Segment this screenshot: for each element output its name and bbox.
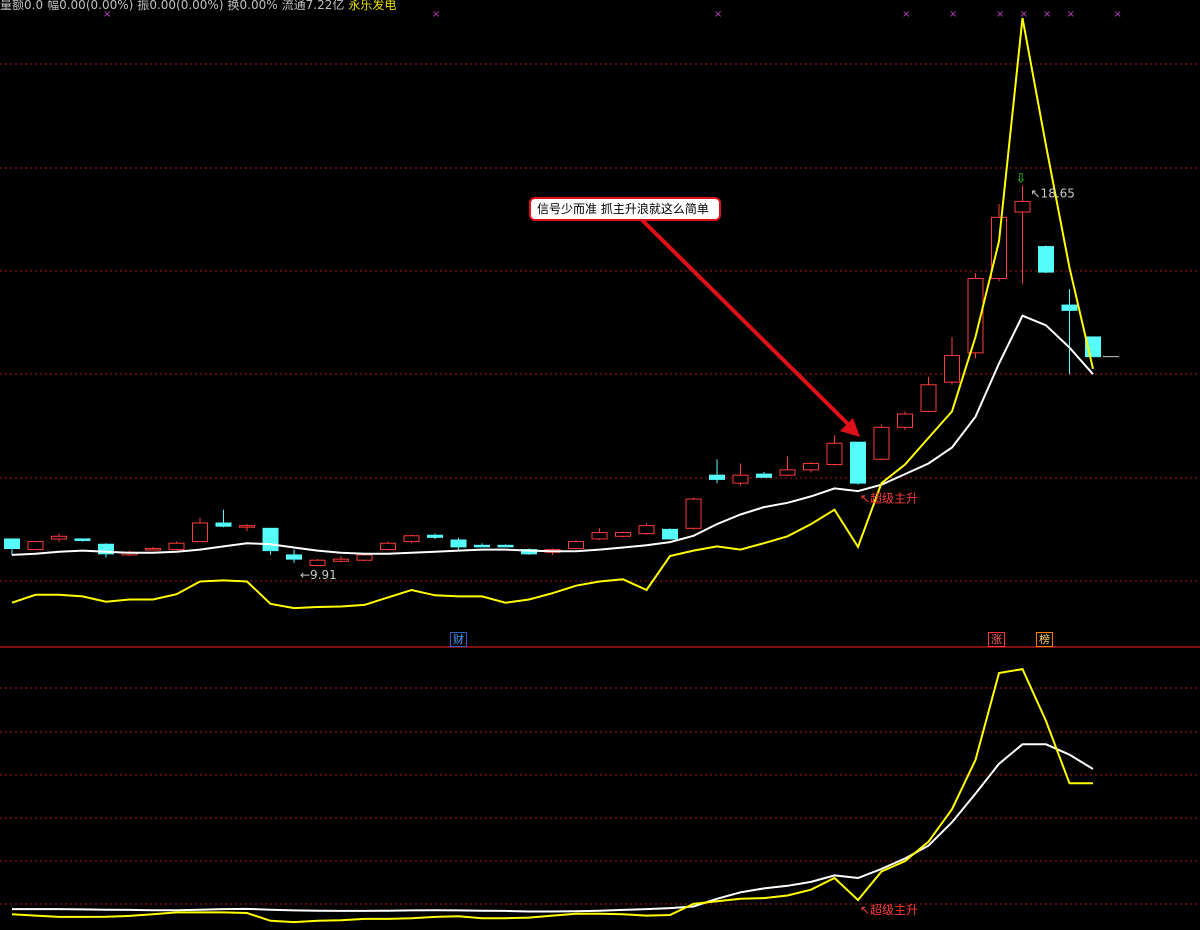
kline-chart: × × × × × × × × × × ←9.91↖18.65⇩↖超级主升↖超级主升 (0, 9, 1200, 924)
candle (873, 424, 890, 461)
candle (51, 533, 67, 542)
marker: × (1067, 9, 1075, 20)
candle (309, 559, 326, 567)
candle (474, 543, 490, 548)
header-field: 幅0.00(0.00%) (47, 0, 134, 12)
candle (98, 543, 114, 558)
candle (192, 517, 208, 543)
marker: × (714, 9, 722, 20)
candle (239, 524, 255, 531)
candle (168, 541, 185, 551)
candle (380, 541, 396, 551)
candle (615, 531, 631, 538)
callout-text: 信号少而准 抓主升浪就这么简单 (537, 202, 709, 216)
signal-label: ↖超级主升 (860, 491, 918, 506)
candle (685, 497, 702, 530)
header-field: 流通7.22亿 (281, 0, 345, 12)
candle (1038, 245, 1054, 274)
candle (1061, 289, 1078, 375)
main-yellow-line (11, 17, 1094, 610)
candle (145, 546, 161, 551)
candle (638, 523, 655, 535)
candle (215, 509, 232, 528)
candlestick-series (4, 185, 1101, 567)
header-field: 振0.00(0.00%) (137, 0, 224, 12)
candle (1014, 185, 1031, 284)
candle (662, 528, 678, 540)
low-price-label: ←9.91 (300, 568, 337, 582)
candle (568, 540, 584, 550)
callout-arrow (638, 216, 854, 430)
callout-box: 信号少而准 抓主升浪就这么简单 (529, 197, 721, 221)
marker: × (432, 9, 440, 20)
marker: × (1020, 9, 1028, 20)
candle (403, 534, 420, 544)
candle (4, 538, 20, 555)
candle (732, 463, 749, 486)
header-field: 量额0.0 (0, 0, 44, 12)
marker: × (1114, 9, 1122, 20)
candle (756, 471, 772, 478)
finance-badge[interactable]: 财 (450, 632, 467, 647)
ranking-badge[interactable]: 榜 (1036, 632, 1053, 647)
candle (356, 553, 373, 562)
limit-up-badge[interactable]: 涨 (988, 632, 1005, 647)
sub-panel-grid (0, 687, 1200, 905)
candle (27, 541, 44, 551)
candle (450, 537, 467, 550)
down-arrow-icon: ⇩ (1016, 171, 1027, 186)
marker: × (902, 9, 910, 20)
sub-signal-label: ↖超级主升 (860, 902, 918, 917)
candle (74, 538, 91, 542)
candle (333, 555, 349, 563)
candle (779, 456, 796, 477)
header-info: 量额0.0 幅0.00(0.00%) 振0.00(0.00%) 换0.00% 流通7.2… (0, 0, 400, 13)
marker: × (949, 9, 957, 20)
candle (850, 441, 866, 485)
stock-name: 永乐发电 (348, 0, 397, 12)
sub-yellow-line (11, 667, 1093, 924)
candle (286, 549, 302, 563)
candle (803, 461, 819, 473)
candle (826, 435, 843, 466)
candle (427, 533, 443, 539)
candle (897, 411, 913, 430)
marker: × (1043, 9, 1051, 20)
header-field: 换0.00% (227, 0, 278, 12)
candle (591, 528, 608, 541)
candle (709, 459, 725, 484)
candle (497, 544, 514, 548)
price-annotations: ←9.91 ↖18.65 ⇩ ↖超级主升 ↖超级主升 (300, 171, 1119, 917)
candle (944, 336, 960, 385)
candle (262, 527, 279, 555)
marker: × (996, 9, 1004, 20)
high-price-label: ↖18.65 (1031, 186, 1075, 200)
candle (920, 376, 937, 413)
sub-white-line (12, 743, 1094, 913)
